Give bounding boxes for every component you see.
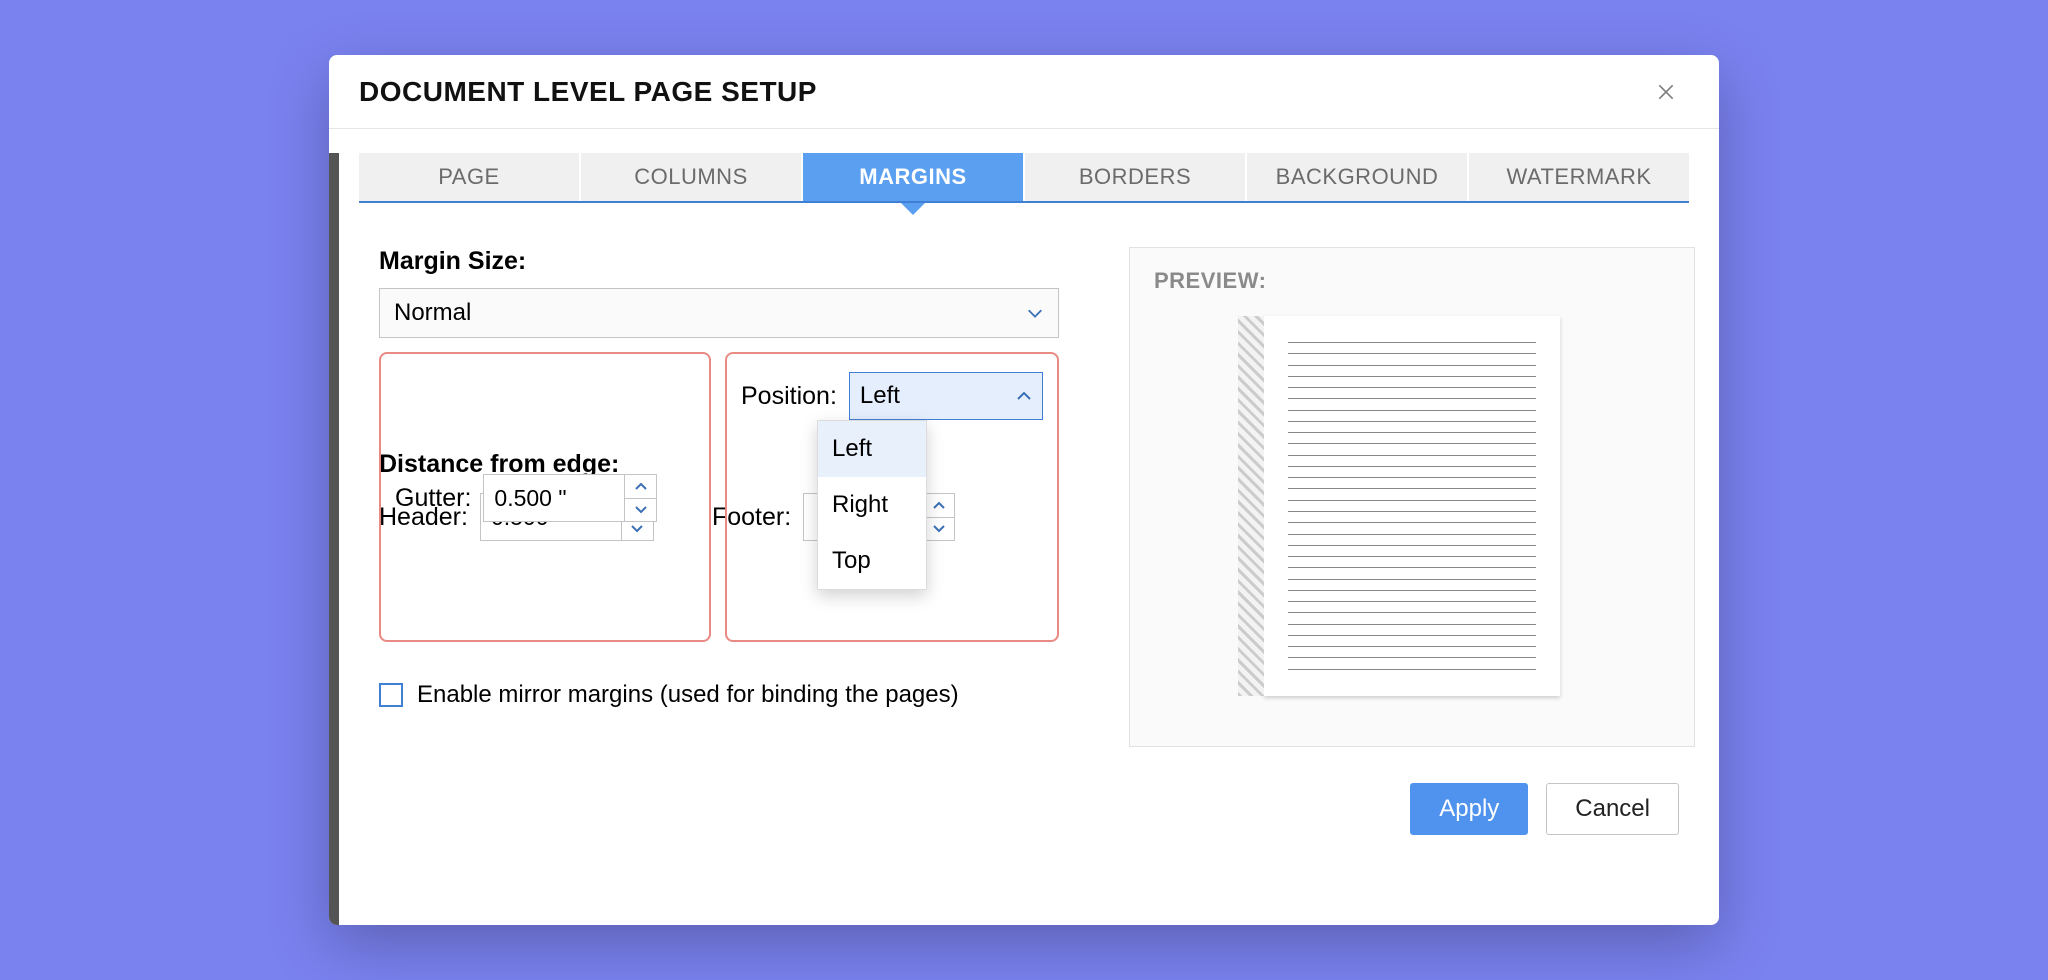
position-option-left[interactable]: Left — [818, 421, 926, 477]
dialog-buttons: Apply Cancel — [1410, 783, 1679, 835]
preview-title: PREVIEW: — [1154, 268, 1670, 294]
gutter-spinner[interactable] — [483, 474, 657, 522]
chevron-down-icon — [1026, 304, 1044, 322]
gutter-label: Gutter: — [395, 484, 471, 513]
preview-pane: PREVIEW: — [1129, 247, 1695, 747]
margins-panel: Margin Size: Normal Gutter: — [379, 247, 1059, 747]
preview-lines — [1288, 342, 1536, 670]
position-group: Position: Left Left Right Top — [725, 352, 1059, 642]
gutter-input[interactable] — [484, 475, 624, 521]
margin-size-label: Margin Size: — [379, 247, 1059, 276]
position-label: Position: — [741, 382, 837, 411]
mirror-margins-checkbox[interactable] — [379, 683, 403, 707]
gutter-step-up[interactable] — [625, 475, 656, 499]
gutter-steppers — [624, 475, 656, 521]
mirror-margins-label: Enable mirror margins (used for binding … — [417, 681, 959, 709]
tabs: PAGE COLUMNS MARGINS BORDERS BACKGROUND … — [359, 153, 1689, 203]
apply-button[interactable]: Apply — [1410, 783, 1528, 835]
dialog-title: DOCUMENT LEVEL PAGE SETUP — [359, 76, 817, 108]
dialog-content: Margin Size: Normal Gutter: — [329, 203, 1719, 747]
margin-size-value: Normal — [394, 299, 471, 327]
margin-size-select[interactable]: Normal — [379, 288, 1059, 338]
position-value: Left — [860, 382, 900, 410]
tab-page[interactable]: PAGE — [359, 153, 581, 201]
tab-columns[interactable]: COLUMNS — [581, 153, 803, 201]
preview-page-wrap — [1154, 316, 1670, 696]
chevron-up-icon — [634, 481, 648, 491]
tab-watermark[interactable]: WATERMARK — [1469, 153, 1689, 201]
gutter-group: Gutter: — [379, 352, 711, 642]
cancel-button[interactable]: Cancel — [1546, 783, 1679, 835]
gutter-step-down[interactable] — [625, 499, 656, 522]
preview-gutter-icon — [1238, 316, 1264, 696]
chevron-up-icon — [1016, 390, 1032, 402]
position-option-top[interactable]: Top — [818, 533, 926, 589]
preview-panel: PREVIEW: — [1129, 247, 1695, 747]
mirror-margins-row: Enable mirror margins (used for binding … — [379, 681, 1059, 709]
position-dropdown: Left Right Top — [817, 420, 927, 590]
dialog-shadow — [329, 153, 339, 925]
tab-borders[interactable]: BORDERS — [1025, 153, 1247, 201]
chevron-down-icon — [634, 505, 648, 515]
preview-page — [1264, 316, 1560, 696]
position-option-right[interactable]: Right — [818, 477, 926, 533]
close-button[interactable] — [1651, 77, 1681, 107]
dialog-titlebar: DOCUMENT LEVEL PAGE SETUP — [329, 55, 1719, 129]
close-icon — [1656, 82, 1676, 102]
page-setup-dialog: DOCUMENT LEVEL PAGE SETUP PAGE COLUMNS M… — [329, 55, 1719, 925]
position-select[interactable]: Left — [849, 372, 1043, 420]
tab-margins[interactable]: MARGINS — [803, 153, 1025, 201]
tab-background[interactable]: BACKGROUND — [1247, 153, 1469, 201]
